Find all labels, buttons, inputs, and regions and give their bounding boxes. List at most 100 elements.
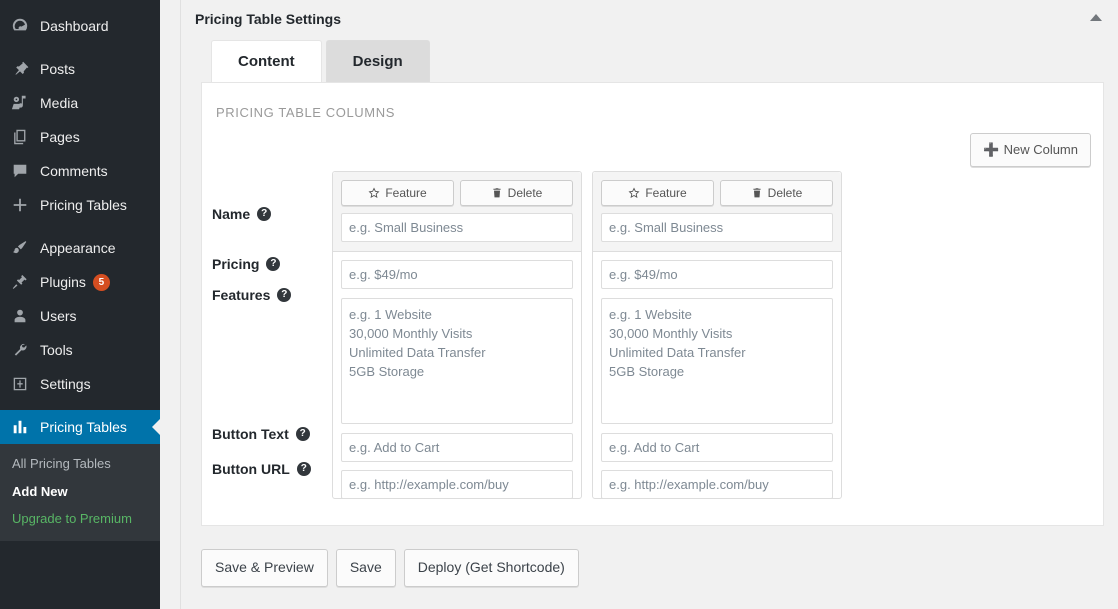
button-url-input[interactable] — [601, 470, 833, 499]
help-icon[interactable]: ? — [277, 288, 292, 302]
new-column-button[interactable]: ➕ New Column — [970, 133, 1091, 168]
feature-button-label: Feature — [385, 186, 427, 200]
sidebar-item-tools[interactable]: Tools — [0, 333, 160, 367]
label-features-text: Features — [212, 287, 271, 303]
menu-separator — [0, 401, 160, 410]
delete-button[interactable]: Delete — [460, 180, 573, 206]
section-title: PRICING TABLE COLUMNS — [216, 105, 395, 120]
pin-icon — [10, 59, 30, 79]
column-card-body — [593, 252, 841, 507]
panel-header: Pricing Table Settings — [181, 0, 1118, 40]
label-name: Name ? — [212, 206, 272, 222]
label-pricing: Pricing ? — [212, 256, 281, 272]
plus-icon: ➕ — [983, 142, 1000, 157]
button-text-input[interactable] — [341, 433, 573, 462]
sidebar-item-settings[interactable]: Settings — [0, 367, 160, 401]
help-icon[interactable]: ? — [257, 207, 272, 221]
sidebar-item-posts[interactable]: Posts — [0, 52, 160, 86]
menu-separator — [0, 222, 160, 231]
name-input[interactable] — [601, 213, 833, 242]
label-button-url-text: Button URL — [212, 461, 290, 477]
button-url-input[interactable] — [341, 470, 573, 499]
pricing-column-card: Feature Delete — [332, 171, 582, 499]
delete-button-label: Delete — [767, 186, 803, 200]
comment-icon — [10, 161, 30, 181]
tab-design[interactable]: Design — [325, 40, 430, 82]
column-card-header: Feature Delete — [333, 172, 581, 252]
column-card-actions: Feature Delete — [341, 180, 573, 206]
features-textarea[interactable] — [341, 298, 573, 424]
name-input[interactable] — [341, 213, 573, 242]
sidebar-item-label: Plugins — [40, 274, 86, 290]
submenu-item-add-new[interactable]: Add New — [0, 478, 160, 506]
help-icon[interactable]: ? — [295, 427, 310, 441]
save-and-preview-button[interactable]: Save & Preview — [201, 549, 328, 587]
sidebar-item-label: Dashboard — [40, 18, 109, 34]
sidebar-item-label: Tools — [40, 342, 73, 358]
sidebar-item-label: Appearance — [40, 240, 116, 256]
feature-button-label: Feature — [645, 186, 687, 200]
plugin-icon — [10, 272, 30, 292]
content-panel: PRICING TABLE COLUMNS ➕ New Column Name ?… — [201, 82, 1104, 526]
sidebar-submenu: All Pricing Tables Add New Upgrade to Pr… — [0, 444, 160, 541]
column-card-actions: Feature Delete — [601, 180, 833, 206]
label-pricing-text: Pricing — [212, 256, 260, 272]
sidebar-item-pricing-tables-current[interactable]: Pricing Tables — [0, 410, 160, 444]
sidebar-item-dashboard[interactable]: Dashboard — [0, 9, 160, 43]
sidebar-item-label: Media — [40, 95, 79, 111]
wrench-icon — [10, 340, 30, 360]
trash-icon — [753, 188, 761, 198]
chart-bars-icon — [10, 417, 30, 437]
pricing-input[interactable] — [341, 260, 573, 289]
label-features: Features ? — [212, 287, 292, 303]
submenu-item-upgrade-to-premium[interactable]: Upgrade to Premium — [0, 505, 160, 533]
menu-separator — [0, 43, 160, 52]
feature-button[interactable]: Feature — [601, 180, 714, 206]
sidebar-item-label: Comments — [40, 163, 108, 179]
sidebar-item-pages[interactable]: Pages — [0, 120, 160, 154]
submenu-item-all-pricing-tables[interactable]: All Pricing Tables — [0, 450, 160, 478]
features-textarea[interactable] — [601, 298, 833, 424]
sidebar-item-pricing-tables-plus[interactable]: Pricing Tables — [0, 188, 160, 222]
pages-icon — [10, 127, 30, 147]
save-button[interactable]: Save — [335, 549, 396, 587]
sidebar-item-label: Users — [40, 308, 77, 324]
help-icon[interactable]: ? — [266, 257, 281, 271]
star-icon — [368, 187, 380, 198]
settings-icon — [10, 374, 30, 394]
help-icon[interactable]: ? — [296, 462, 311, 476]
pricing-column-card: Feature Delete — [592, 171, 842, 499]
page-title: Pricing Table Settings — [195, 11, 341, 27]
label-button-url: Button URL ? — [212, 461, 311, 477]
sidebar-item-plugins[interactable]: Plugins 5 — [0, 265, 160, 299]
caret-up-icon[interactable] — [1090, 14, 1102, 21]
plugin-update-badge: 5 — [92, 273, 110, 291]
delete-button[interactable]: Delete — [720, 180, 833, 206]
sidebar-item-label: Pricing Tables — [40, 419, 127, 435]
main-panel: Pricing Table Settings Content Design PR… — [180, 0, 1118, 609]
settings-tabs: Content Design — [181, 40, 1118, 82]
user-icon — [10, 306, 30, 326]
deploy-shortcode-button[interactable]: Deploy (Get Shortcode) — [403, 549, 579, 587]
sidebar-item-label: Pricing Tables — [40, 197, 127, 213]
star-icon — [628, 187, 640, 198]
sidebar-item-users[interactable]: Users — [0, 299, 160, 333]
sidebar-item-label: Posts — [40, 61, 76, 77]
sidebar-item-media[interactable]: Media — [0, 86, 160, 120]
button-text-input[interactable] — [601, 433, 833, 462]
sidebar-item-appearance[interactable]: Appearance — [0, 231, 160, 265]
sidebar-item-comments[interactable]: Comments — [0, 154, 160, 188]
brush-icon — [10, 238, 30, 258]
label-button-text-text: Button Text — [212, 426, 289, 442]
plus-icon — [10, 195, 30, 215]
feature-button[interactable]: Feature — [341, 180, 454, 206]
pricing-input[interactable] — [601, 260, 833, 289]
delete-button-label: Delete — [507, 186, 543, 200]
tab-content[interactable]: Content — [211, 40, 322, 82]
